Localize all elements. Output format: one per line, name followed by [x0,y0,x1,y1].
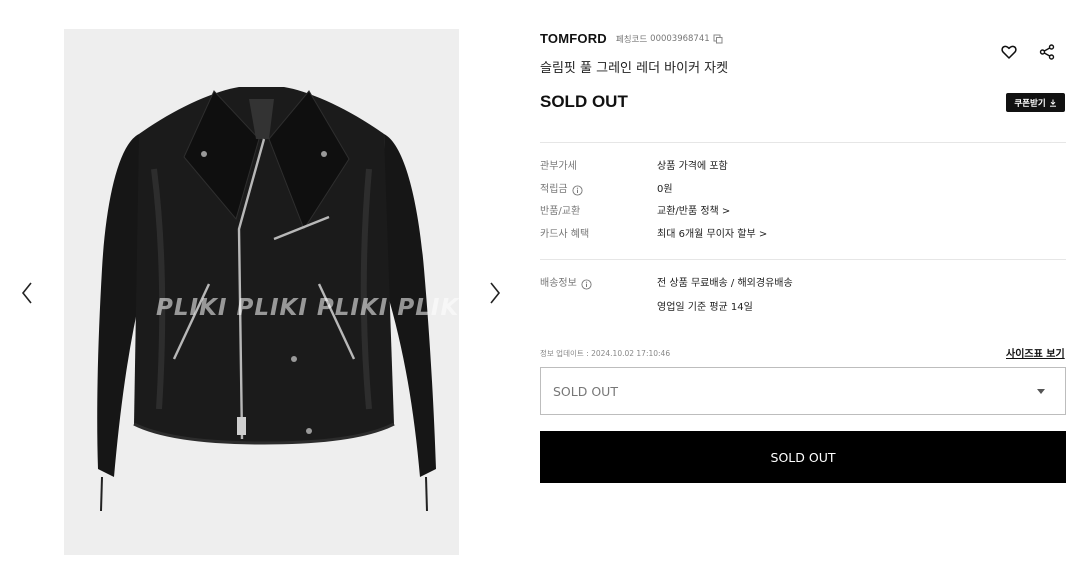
info-updated-timestamp: 정보 업데이트 : 2024.10.02 17:10:46 [540,349,671,358]
size-chart-link[interactable]: 사이즈표 보기 [1006,345,1065,360]
divider [540,142,1066,143]
duty-label: 관부가세 [540,161,577,172]
share-icon[interactable] [1039,44,1055,60]
next-image-button[interactable] [484,280,504,306]
caret-down-icon [1037,389,1045,394]
product-code-value: 00003968741 [650,33,710,44]
info-icon[interactable] [581,278,592,290]
leather-jacket-image [97,87,436,512]
prev-image-button[interactable] [18,280,38,306]
info-icon[interactable] [572,184,583,196]
product-image: PLIKI PLIKI PLIKI PLIKI [64,29,459,555]
duty-value: 상품 가격에 포함 [657,161,728,172]
option-select-value: SOLD OUT [553,383,618,399]
product-name: 슬림핏 풀 그레인 레더 바이커 자켓 [540,61,729,76]
option-select[interactable]: SOLD OUT [540,367,1066,415]
shipping-line-1: 전 상품 무료배송 / 해외경유배송 [657,278,793,289]
chevron-left-icon [21,282,32,304]
detail-row-duty: 관부가세 상품 가격에 포함 [540,161,728,173]
detail-row-return: 반품/교환 교환/반품 정책 > [540,206,730,218]
return-label: 반품/교환 [540,206,581,217]
card-benefit-label: 카드사 혜택 [540,229,590,240]
download-icon [1049,99,1056,107]
sold-out-status: SOLD OUT [540,92,628,111]
watermark: PLIKI PLIKI PLIKI PLIKI [156,295,459,321]
divider [540,259,1066,260]
coupon-label: 쿠폰받기 [1014,98,1046,109]
product-code-label: 페칭코드 [615,34,648,45]
detail-row-points: 적립금 0원 [540,184,673,196]
buy-button[interactable]: SOLD OUT [540,431,1066,483]
coupon-button[interactable]: 쿠폰받기 [1006,93,1065,112]
card-benefit-link[interactable]: 최대 6개월 무이자 할부 > [657,229,767,241]
chevron-right-icon [490,282,501,304]
shipping-row: 배송정보 전 상품 무료배송 / 해외경유배송 [540,278,793,290]
points-label: 적립금 [540,184,568,195]
shipping-line-2: 영업일 기준 평균 14일 [657,302,753,313]
detail-row-card: 카드사 혜택 최대 6개월 무이자 할부 > [540,229,767,241]
points-value: 0원 [657,184,673,195]
shipping-label: 배송정보 [540,278,577,289]
heart-icon[interactable] [1001,44,1017,60]
brand-name[interactable]: TOMFORD [540,31,607,46]
return-policy-link[interactable]: 교환/반품 정책 > [657,206,730,218]
brand-row: TOMFORD 페칭코드 00003968741 [540,31,723,46]
copy-icon[interactable] [713,34,723,44]
